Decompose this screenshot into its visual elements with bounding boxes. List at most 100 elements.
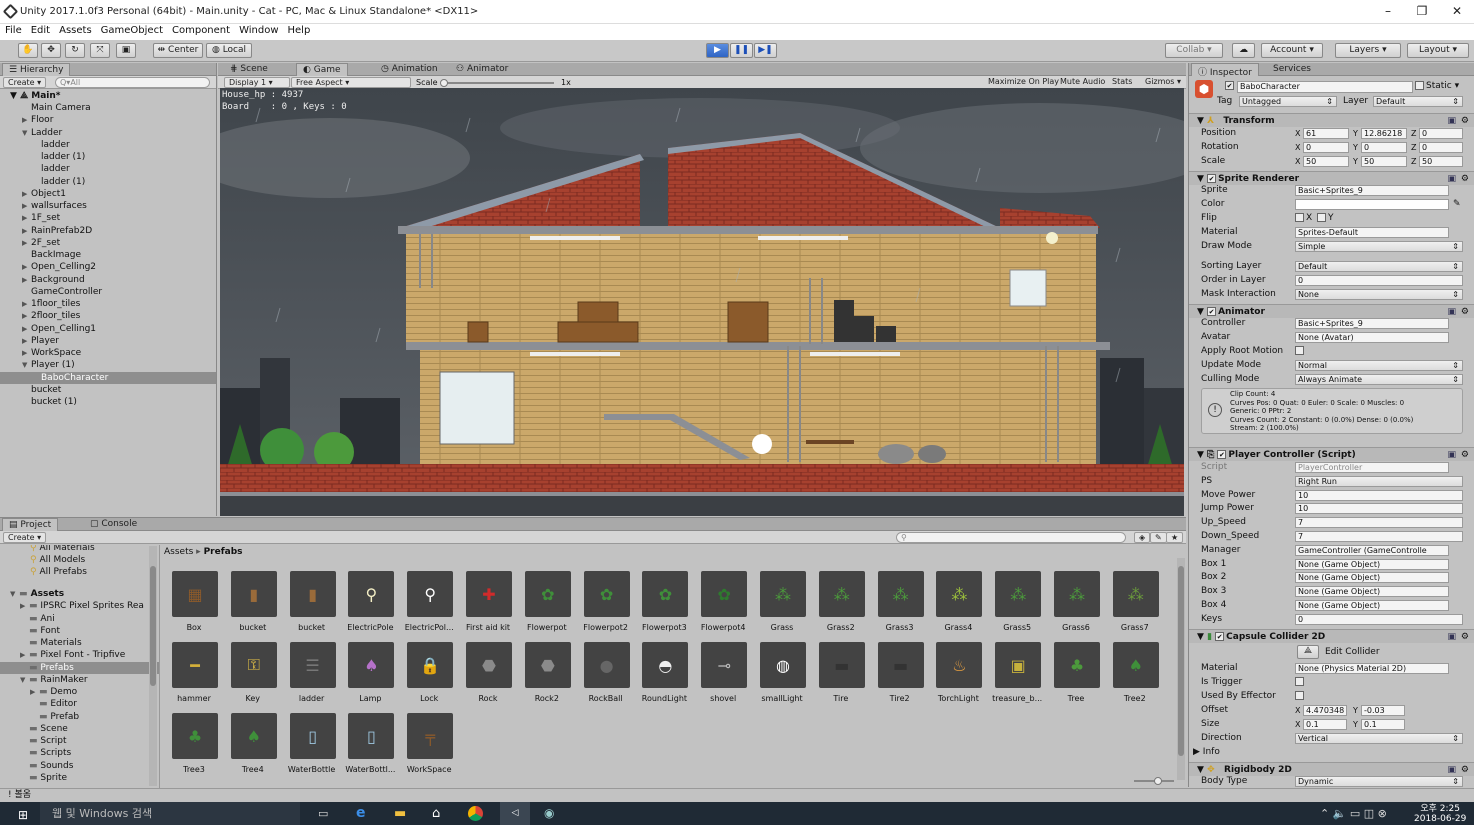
- tab-animation[interactable]: ◷ Animation: [375, 63, 444, 76]
- size-x-field[interactable]: 0.1: [1303, 719, 1347, 730]
- asset-tile[interactable]: ⬣ Rock2: [521, 642, 573, 712]
- transform-z-field[interactable]: 0: [1419, 128, 1463, 139]
- display-dropdown[interactable]: Display 1 ▾: [224, 77, 290, 88]
- game-viewport[interactable]: House_hp : 4937 Board : 0 , Keys : 0: [220, 88, 1184, 516]
- folder-item[interactable]: ▬ Sprite: [0, 772, 159, 784]
- mask-interaction-dropdown[interactable]: None ⇕: [1295, 289, 1463, 300]
- folder-item[interactable]: ▶ ▬ IPSRC Pixel Sprites Rea: [0, 600, 159, 612]
- rotate-tool-icon[interactable]: ↻: [65, 43, 85, 58]
- hierarchy-item[interactable]: ladder: [0, 163, 216, 175]
- transform-header[interactable]: ▼ ⅄ Transform ▣ ⚙: [1189, 113, 1474, 127]
- unity-taskbar-icon[interactable]: ◁: [500, 802, 530, 825]
- asset-tile[interactable]: ✿ Flowerpot3: [638, 571, 690, 641]
- asset-tile[interactable]: ━ hammer: [168, 642, 220, 712]
- player-controller-field[interactable]: PlayerController: [1295, 462, 1449, 473]
- asset-tile[interactable]: 🔒 Lock: [403, 642, 455, 712]
- asset-tile[interactable]: ▮ bucket: [227, 571, 279, 641]
- file-explorer-icon[interactable]: ▬: [394, 806, 406, 821]
- scale-slider[interactable]: [440, 79, 554, 87]
- update-mode-dropdown[interactable]: Normal ⇕: [1295, 360, 1463, 371]
- move-tool-icon[interactable]: ✥: [41, 43, 61, 58]
- folder-item[interactable]: ▼ ▬ RainMaker: [0, 674, 159, 686]
- menu-edit[interactable]: Edit: [26, 24, 54, 36]
- thumbnail-size-slider[interactable]: [1134, 777, 1174, 785]
- asset-tile[interactable]: ⁂ Grass3: [874, 571, 926, 641]
- player-controller-field[interactable]: 7: [1295, 531, 1463, 542]
- avatar-field[interactable]: None (Avatar): [1295, 332, 1449, 343]
- active-checkbox[interactable]: ✔: [1225, 81, 1236, 91]
- hierarchy-item[interactable]: bucket: [0, 384, 216, 396]
- folder-item[interactable]: ▬ Scripts: [0, 747, 159, 759]
- system-tray-icons[interactable]: ⌃ 🔈 ▭ ◫ ⊗: [1320, 807, 1387, 820]
- windows-start-icon[interactable]: ⊞: [18, 808, 28, 822]
- body-type-dropdown[interactable]: Dynamic ⇕: [1295, 776, 1463, 787]
- folder-item[interactable]: ▬ Sounds: [0, 760, 159, 772]
- offset-y-field[interactable]: -0.03: [1361, 705, 1405, 716]
- folder-item[interactable]: ▬ Materials: [0, 637, 159, 649]
- asset-tile[interactable]: ✿ Flowerpot2: [580, 571, 632, 641]
- hierarchy-item[interactable]: ▶ wallsurfaces: [0, 200, 216, 212]
- expand-arrow-icon[interactable]: ▶: [20, 649, 29, 661]
- object-name-field[interactable]: BaboCharacter: [1237, 81, 1413, 93]
- asset-tile[interactable]: ◍ smallLight: [756, 642, 808, 712]
- taskbar-search-input[interactable]: 웹 및 Windows 검색: [40, 802, 300, 825]
- gizmos-dropdown[interactable]: Gizmos ▾: [1141, 77, 1185, 88]
- folder-item[interactable]: ▶ ▬ Pixel Font - Tripfive: [0, 649, 159, 661]
- player-controller-field[interactable]: 7: [1295, 517, 1463, 529]
- pivot-center-button[interactable]: ⇹ Center: [153, 43, 203, 58]
- step-button[interactable]: ▶❚: [754, 43, 777, 58]
- transform-y-field[interactable]: 12.86218: [1361, 128, 1407, 139]
- player-controller-field[interactable]: Right Run: [1295, 475, 1463, 487]
- color-field[interactable]: [1295, 199, 1449, 210]
- rect-tool-icon[interactable]: ▣: [116, 43, 136, 58]
- player-controller-field[interactable]: 10: [1295, 489, 1463, 501]
- size-y-field[interactable]: 0.1: [1361, 719, 1405, 730]
- project-search-input[interactable]: ⚲: [896, 532, 1126, 543]
- asset-tile[interactable]: ♠ Tree4: [227, 713, 279, 783]
- hierarchy-item[interactable]: ▶ Background: [0, 274, 216, 286]
- hierarchy-item[interactable]: ▶ Open_Celling1: [0, 323, 216, 335]
- expand-arrow-icon[interactable]: ▶: [20, 600, 29, 612]
- tab-game[interactable]: ◐ Game: [296, 63, 348, 76]
- folder-item[interactable]: ▬ Font: [0, 625, 159, 637]
- hand-tool-icon[interactable]: ✋: [18, 43, 38, 58]
- folder-item[interactable]: ▬ Script: [0, 735, 159, 747]
- tab-scene[interactable]: ⋕ Scene: [224, 63, 274, 76]
- fav-all-models[interactable]: ⚲ All Models: [0, 554, 159, 566]
- player-controller-field[interactable]: None (Game Object): [1295, 600, 1449, 611]
- asset-tile[interactable]: ╤ WorkSpace: [403, 713, 455, 783]
- offset-x-field[interactable]: 4.470348: [1303, 705, 1347, 716]
- edit-collider-icon[interactable]: ⟁: [1297, 645, 1319, 659]
- player-controller-field[interactable]: None (Game Object): [1295, 586, 1449, 598]
- player-controller-field[interactable]: None (Game Object): [1295, 572, 1449, 584]
- hierarchy-item[interactable]: ▼ Ladder: [0, 127, 216, 139]
- asset-tile[interactable]: ♠ Tree2: [1109, 642, 1161, 712]
- fav-all-prefabs[interactable]: ⚲ All Prefabs: [0, 566, 159, 578]
- expand-arrow-icon[interactable]: ▶: [22, 114, 31, 126]
- asset-tile[interactable]: ♣ Tree: [1050, 642, 1102, 712]
- transform-z-field[interactable]: 0: [1419, 142, 1463, 153]
- hierarchy-item[interactable]: BaboCharacter: [0, 371, 216, 384]
- used-by-effector-checkbox[interactable]: [1295, 690, 1306, 703]
- is-trigger-checkbox[interactable]: [1295, 676, 1306, 689]
- filter-by-label-icon[interactable]: ✎: [1150, 532, 1167, 543]
- static-toggle[interactable]: Static ▾: [1415, 81, 1459, 91]
- sprite-renderer-enabled-checkbox[interactable]: ✔: [1207, 174, 1217, 183]
- menu-component[interactable]: Component: [167, 24, 234, 36]
- breadcrumb-prefabs[interactable]: Prefabs: [204, 547, 243, 557]
- direction-dropdown[interactable]: Vertical ⇕: [1295, 733, 1463, 744]
- flip-y-checkbox[interactable]: Y: [1317, 212, 1334, 225]
- expand-arrow-icon[interactable]: ▼: [10, 588, 19, 600]
- menu-help[interactable]: Help: [283, 24, 315, 36]
- tab-animator[interactable]: ⚇ Animator: [450, 63, 514, 76]
- cloud-icon[interactable]: ☁: [1232, 43, 1255, 58]
- hierarchy-create-button[interactable]: Create ▾: [3, 77, 47, 88]
- asset-tile[interactable]: ⚿ Key: [227, 642, 279, 712]
- hierarchy-item[interactable]: ladder (1): [0, 176, 216, 188]
- hierarchy-item[interactable]: ▶ 2floor_tiles: [0, 310, 216, 322]
- expand-arrow-icon[interactable]: ▶: [22, 347, 31, 359]
- material-field[interactable]: Sprites-Default: [1295, 227, 1449, 238]
- hierarchy-item[interactable]: ▼ Player (1): [0, 359, 216, 371]
- minimize-button[interactable]: –: [1373, 4, 1403, 20]
- asset-tile[interactable]: ☰ ladder: [286, 642, 338, 712]
